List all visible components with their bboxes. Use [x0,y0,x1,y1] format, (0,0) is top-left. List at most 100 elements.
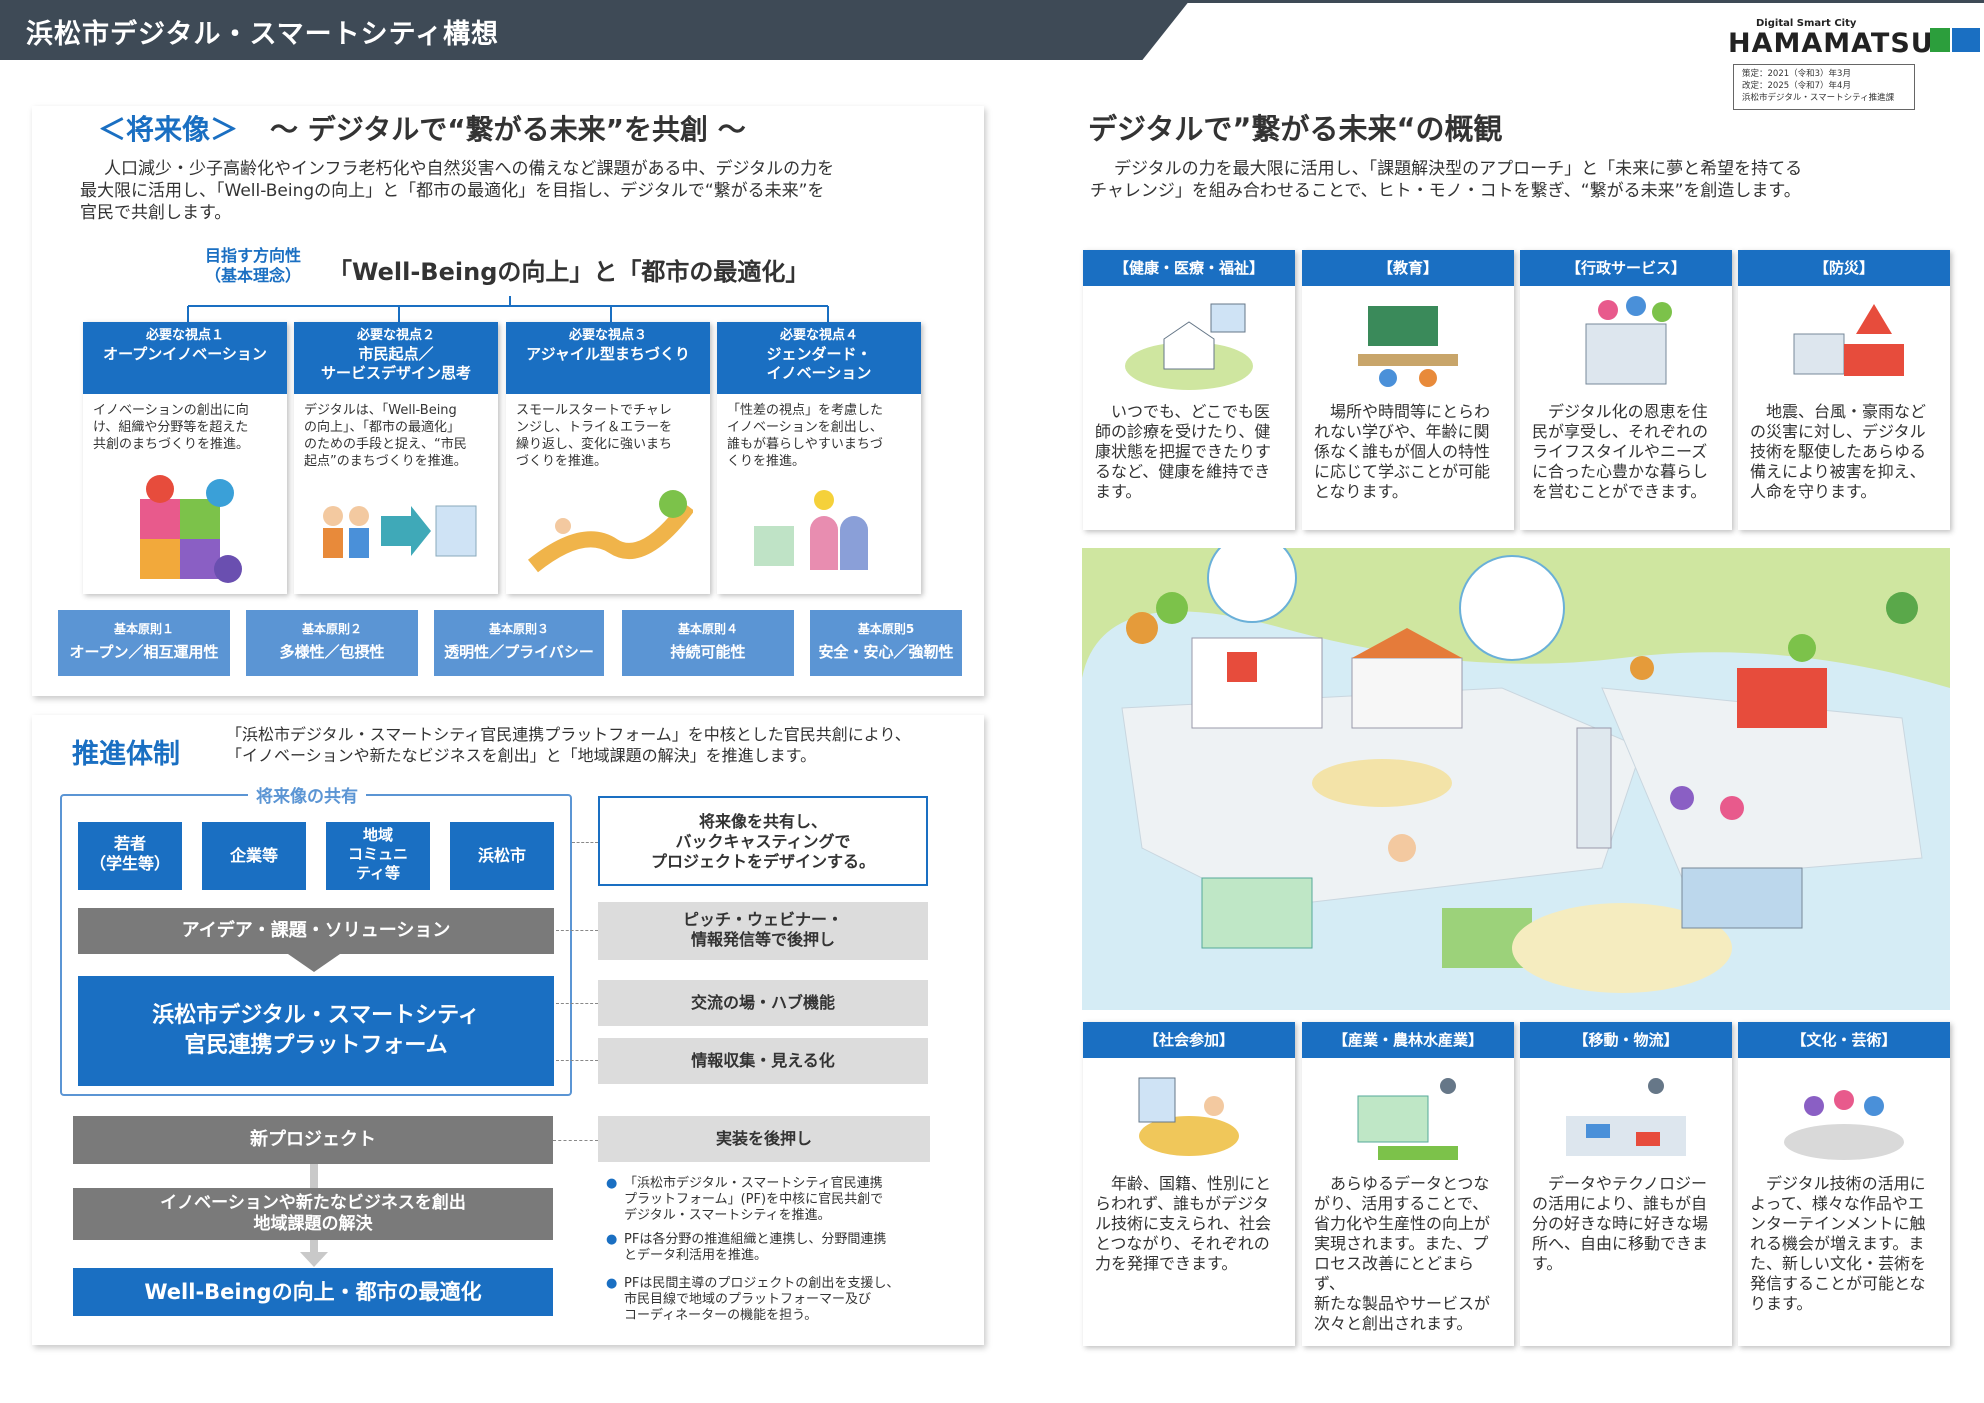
platform-box: 浜松市デジタル・スマートシティ 官民連携プラットフォーム [78,976,554,1086]
pillar-sub: 必要な視点１ [145,328,224,343]
category-line: いつでも、どこでも医 [1111,402,1271,421]
pillar-text: スモールスタートでチャレ ンジし、トライ＆エラーを 繰り返し、変化に強いまち づくりを… [506,394,710,478]
revision-line: 浜松市デジタル・スマートシティ推進課 [1742,93,1895,103]
share-label: 将来像の共有 [248,782,366,807]
dashed-connector [556,1003,598,1004]
pillar-line: づくりを推進。 [516,454,608,469]
pillar-sub: 必要な視点２ [356,328,435,343]
pillar-text: 「性差の視点」を考慮した イノベーションを創出し、 誰もが暮らしやすいまちづ くりを推… [717,394,921,478]
principle-title: 透明性／プライバシー [444,643,594,661]
category-line: となります。 [1314,482,1408,501]
pillar-line: イノベーションの創出に向 [93,403,249,418]
category-line: データやテクノロジー [1548,1174,1708,1193]
principle-badge: 基本原則３ 透明性／プライバシー [434,610,604,676]
actor-youth: 若者 （学生等） [78,822,182,890]
future-bracket-title: ＜将来像＞ [98,113,239,146]
admin-illustration [1585,296,1672,385]
logo-green-block [1930,28,1950,52]
principle-title: 多様性／包摂性 [279,643,385,661]
revision-info: 策定：2021（令和3）年3月 改定：2025（令和7）年4月 浜松市デジタル・… [1733,64,1915,110]
agile-path-illustration [528,490,693,573]
principle-sub: 基本原則5 [857,622,915,636]
category-title: 【文化・芸術】 [1738,1022,1950,1058]
category-line: 場所や時間等にとらわ [1330,402,1491,421]
pillar-line: け、組織や分野等を超えた [93,420,249,435]
intro-line: デジタルの力を最大限に活用し、「課題解決型のアプローチ」と「未来に夢と希望を持て… [1114,159,1803,179]
note-line: コーディネーターの機能を担う。 [624,1308,818,1323]
side-box-hub: 交流の場・ハブ機能 [598,980,928,1026]
category-line: よって、様々な作品やエ [1750,1194,1924,1213]
actor-line: 若者 [113,834,146,853]
category-line: 新たな製品やサービスが [1314,1294,1491,1313]
intro-line: 人口減少・少子高齢化やインフラ老朽化や自然災害への備えなど課題がある中、デジタル… [104,159,835,179]
note-line: プラットフォーム」(PF)を中核に官民共創で [624,1192,884,1207]
category-line: 係なく誰もが個人の特性 [1314,442,1491,461]
social-illustration [1138,1077,1239,1156]
dashed-connector [553,1140,598,1141]
side-line: ピッチ・ウェビナー・ [682,910,843,929]
pillar-line: くりを推進。 [727,454,806,469]
side-line: バックキャスティングで [675,832,851,851]
intro-line: 最大限に活用し、「Well-Beingの向上」と「都市の最適化」を目指し、デジタ… [80,181,825,201]
category-text: いつでも、どこでも医 師の診療を受けたり、健 康状態を把握できたりす るなど、健康を維… [1083,402,1295,502]
principle-sub: 基本原則１ [113,622,174,636]
platform-line: 官民連携プラットフォーム [184,1033,448,1058]
category-line: 康状態を把握できたりす [1095,442,1272,461]
side-line: 実装を後押し [715,1129,812,1148]
pillar-line: 起点”のまちづくりを推進。 [304,454,467,469]
category-line: あらゆるデータとつな [1330,1174,1490,1193]
side-box-pitch: ピッチ・ウェビナー・ 情報発信等で後押し [598,902,928,960]
category-line: 年齢、国籍、性別にと [1111,1174,1272,1193]
side-line: 交流の場・ハブ機能 [690,993,835,1012]
category-text: 地震、台風・豪雨など の災害に対し、デジタル 技術を駆使したあらゆる 備えにより被害を… [1738,402,1950,502]
dashed-connector [572,842,598,843]
principle-sub: 基本原則２ [301,622,362,636]
pillar-line: のための手段と捉え、“市民 [304,437,467,452]
pillar-title: 市民起点／ [358,345,434,363]
pillar-header: 必要な視点１ オープンイノベーション [83,322,287,394]
intro-line: 「イノベーションや新たなビジネスを創出」と「地域課題の解決」を推進します。 [226,746,817,765]
category-line: れる機会が増えます。ま [1750,1234,1925,1253]
note-line: 「浜松市デジタル・スマートシティ官民連携 [624,1176,883,1191]
direction-label: 目指す方向性 （基本理念） [188,246,318,286]
education-illustration [1358,306,1458,387]
side-box-backcasting: 将来像を共有し、 バックキャスティングで プロジェクトをデザインする。 [598,796,928,886]
category-title: 【教育】 [1302,250,1514,286]
top-rule [1150,0,1984,3]
principle-sub: 基本原則４ [677,622,738,636]
disaster-illustration [1793,304,1904,376]
category-line: の災害に対し、デジタル [1750,422,1926,441]
category-title: 【移動・物流】 [1520,1022,1732,1058]
actor-line: コミュニ [347,845,408,863]
dashed-connector [556,1060,598,1061]
category-line: に合った心豊かな暮らし [1532,462,1709,481]
pillar-line: 誰もが暮らしやすいまちづ [727,437,883,452]
pillar-title: アジャイル型まちづくり [526,345,690,363]
side-line: 情報発信等で後押し [690,930,835,949]
platform-line: 浜松市デジタル・スマートシティ [152,1003,480,1028]
category-card-education: 【教育】 場所や時間等にとらわ れない学びや、年齢に関 係なく誰もが個人の特性 に応じ… [1302,250,1514,530]
category-line: の活用により、誰もが自 [1532,1194,1708,1213]
side-line: プロジェクトをデザインする。 [650,852,875,871]
category-title: 【社会参加】 [1083,1022,1295,1058]
category-text: デジタル技術の活用に よって、様々な作品やエ ンターテインメントに触 れる機会が増えま… [1738,1174,1950,1314]
category-line: ります。 [1750,1294,1813,1313]
page-title: 浜松市デジタル・スマートシティ構想 [26,19,500,50]
pillar-line: ンジし、トライ＆エラーを [516,420,673,435]
category-line: 分の好きな時に好きな場 [1532,1214,1709,1233]
arrow-down-icon [288,954,340,972]
pillar-sub: 必要な視点４ [779,328,858,343]
citizens-illustration [323,505,477,558]
note-item: ● 「浜松市デジタル・スマートシティ官民連携 プラットフォーム」(PF)を中核に官民… [606,1176,884,1223]
category-line: 省力化や生産性の向上が [1314,1214,1491,1233]
title-bar: 浜松市デジタル・スマートシティ構想 [0,0,1190,60]
side-box-implement: 実装を後押し [598,1116,930,1162]
overview-intro: デジタルの力を最大限に活用し、「課題解決型のアプローチ」と「未来に夢と希望を持て… [1090,158,1950,202]
pillar-text: イノベーションの創出に向 け、組織や分野等を超えた 共創のまちづくりを推進。 [83,394,287,461]
pillar-card: 必要な視点４ ジェンダード・ イノベーション 「性差の視点」を考慮した イノベーション… [717,322,921,594]
principle-badge: 基本原則5 安全・安心／強靭性 [810,610,962,676]
pillar-card: 必要な視点３ アジャイル型まちづくり スモールスタートでチャレ ンジし、トライ＆エラ… [506,322,710,594]
actor-companies: 企業等 [202,822,306,890]
category-line: 力を発揮できます。 [1095,1254,1238,1273]
actor-community: 地域 コミュニ ティ等 [326,822,430,890]
